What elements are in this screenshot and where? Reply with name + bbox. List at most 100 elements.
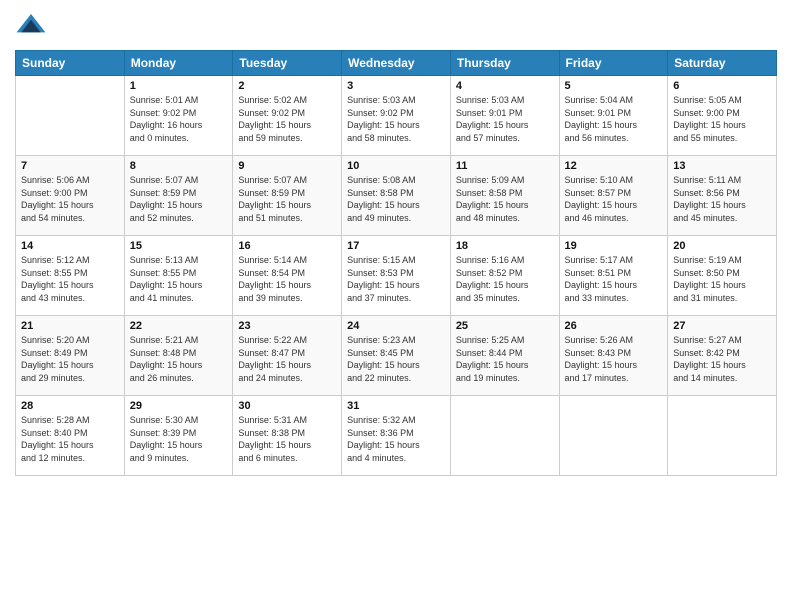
- calendar-page: SundayMondayTuesdayWednesdayThursdayFrid…: [0, 0, 792, 612]
- calendar-week-row: 14Sunrise: 5:12 AM Sunset: 8:55 PM Dayli…: [16, 236, 777, 316]
- day-info: Sunrise: 5:03 AM Sunset: 9:02 PM Dayligh…: [347, 94, 445, 144]
- calendar-header-row: SundayMondayTuesdayWednesdayThursdayFrid…: [16, 51, 777, 76]
- calendar-cell: 14Sunrise: 5:12 AM Sunset: 8:55 PM Dayli…: [16, 236, 125, 316]
- header-saturday: Saturday: [668, 51, 777, 76]
- day-info: Sunrise: 5:16 AM Sunset: 8:52 PM Dayligh…: [456, 254, 554, 304]
- calendar-cell: 26 Sunrise: 5:26 AM Sunset: 8:43 PM Dayli…: [559, 316, 668, 396]
- day-number: 28: [21, 400, 119, 412]
- day-info: Sunrise: 5:31 AM Sunset: 8:38 PM Dayligh…: [238, 414, 336, 464]
- day-info: Sunrise: 5:13 AM Sunset: 8:55 PM Dayligh…: [130, 254, 228, 304]
- header-sunday: Sunday: [16, 51, 125, 76]
- day-info: Sunrise: 5:01 AM Sunset: 9:02 PM Dayligh…: [130, 94, 228, 144]
- day-info: Sunrise: 5:12 AM Sunset: 8:55 PM Dayligh…: [21, 254, 119, 304]
- day-info: Sunrise: 5:19 AM Sunset: 8:50 PM Dayligh…: [673, 254, 771, 304]
- header-friday: Friday: [559, 51, 668, 76]
- day-info: Sunrise: 5:27 AM Sunset: 8:42 PM Dayligh…: [673, 334, 771, 384]
- day-number: 9: [238, 160, 336, 172]
- calendar-cell: 18 Sunrise: 5:16 AM Sunset: 8:52 PM Dayli…: [450, 236, 559, 316]
- day-info: Sunrise: 5:02 AM Sunset: 9:02 PM Dayligh…: [238, 94, 336, 144]
- day-number: 27: [673, 320, 771, 332]
- day-info: Sunrise: 5:07 AM Sunset: 8:59 PM Dayligh…: [238, 174, 336, 224]
- day-info: Sunrise: 5:26 AM Sunset: 8:43 PM Dayligh…: [565, 334, 663, 384]
- day-info: Sunrise: 5:11 AM Sunset: 8:56 PM Dayligh…: [673, 174, 771, 224]
- calendar-cell: 13 Sunrise: 5:11 AM Sunset: 8:56 PM Dayli…: [668, 156, 777, 236]
- calendar-cell: 22Sunrise: 5:21 AM Sunset: 8:48 PM Dayli…: [124, 316, 233, 396]
- day-number: 3: [347, 80, 445, 92]
- day-info: Sunrise: 5:30 AM Sunset: 8:39 PM Dayligh…: [130, 414, 228, 464]
- day-info: Sunrise: 5:32 AM Sunset: 8:36 PM Dayligh…: [347, 414, 445, 464]
- day-number: 10: [347, 160, 445, 172]
- calendar-cell: 19 Sunrise: 5:17 AM Sunset: 8:51 PM Dayli…: [559, 236, 668, 316]
- calendar-cell: 6 Sunrise: 5:05 AM Sunset: 9:00 PM Daylig…: [668, 76, 777, 156]
- day-info: Sunrise: 5:06 AM Sunset: 9:00 PM Dayligh…: [21, 174, 119, 224]
- header-monday: Monday: [124, 51, 233, 76]
- day-number: 17: [347, 240, 445, 252]
- calendar-week-row: 28Sunrise: 5:28 AM Sunset: 8:40 PM Dayli…: [16, 396, 777, 476]
- calendar-cell: 27 Sunrise: 5:27 AM Sunset: 8:42 PM Dayli…: [668, 316, 777, 396]
- day-number: 19: [565, 240, 663, 252]
- day-info: Sunrise: 5:05 AM Sunset: 9:00 PM Dayligh…: [673, 94, 771, 144]
- day-info: Sunrise: 5:21 AM Sunset: 8:48 PM Dayligh…: [130, 334, 228, 384]
- header-wednesday: Wednesday: [342, 51, 451, 76]
- calendar-cell: 25Sunrise: 5:25 AM Sunset: 8:44 PM Dayli…: [450, 316, 559, 396]
- day-info: Sunrise: 5:04 AM Sunset: 9:01 PM Dayligh…: [565, 94, 663, 144]
- day-number: 5: [565, 80, 663, 92]
- calendar-cell: 3 Sunrise: 5:03 AM Sunset: 9:02 PM Daylig…: [342, 76, 451, 156]
- day-info: Sunrise: 5:23 AM Sunset: 8:45 PM Dayligh…: [347, 334, 445, 384]
- calendar-cell: 4 Sunrise: 5:03 AM Sunset: 9:01 PM Daylig…: [450, 76, 559, 156]
- day-number: 29: [130, 400, 228, 412]
- day-info: Sunrise: 5:08 AM Sunset: 8:58 PM Dayligh…: [347, 174, 445, 224]
- calendar-week-row: 21 Sunrise: 5:20 AM Sunset: 8:49 PM Dayli…: [16, 316, 777, 396]
- day-number: 15: [130, 240, 228, 252]
- day-number: 23: [238, 320, 336, 332]
- calendar-cell: 7 Sunrise: 5:06 AM Sunset: 9:00 PM Daylig…: [16, 156, 125, 236]
- calendar-week-row: 1 Sunrise: 5:01 AM Sunset: 9:02 PM Daylig…: [16, 76, 777, 156]
- logo: [15, 10, 51, 42]
- calendar-table: SundayMondayTuesdayWednesdayThursdayFrid…: [15, 50, 777, 476]
- calendar-cell: 8 Sunrise: 5:07 AM Sunset: 8:59 PM Daylig…: [124, 156, 233, 236]
- day-info: Sunrise: 5:15 AM Sunset: 8:53 PM Dayligh…: [347, 254, 445, 304]
- calendar-cell: 9 Sunrise: 5:07 AM Sunset: 8:59 PM Daylig…: [233, 156, 342, 236]
- day-number: 6: [673, 80, 771, 92]
- header-thursday: Thursday: [450, 51, 559, 76]
- calendar-cell: 23 Sunrise: 5:22 AM Sunset: 8:47 PM Dayli…: [233, 316, 342, 396]
- calendar-cell: 29 Sunrise: 5:30 AM Sunset: 8:39 PM Dayli…: [124, 396, 233, 476]
- day-number: 11: [456, 160, 554, 172]
- calendar-cell: 11 Sunrise: 5:09 AM Sunset: 8:58 PM Dayli…: [450, 156, 559, 236]
- calendar-week-row: 7 Sunrise: 5:06 AM Sunset: 9:00 PM Daylig…: [16, 156, 777, 236]
- day-number: 4: [456, 80, 554, 92]
- day-number: 7: [21, 160, 119, 172]
- calendar-cell: 28Sunrise: 5:28 AM Sunset: 8:40 PM Dayli…: [16, 396, 125, 476]
- page-header: [15, 10, 777, 42]
- calendar-cell: 20 Sunrise: 5:19 AM Sunset: 8:50 PM Dayli…: [668, 236, 777, 316]
- day-number: 24: [347, 320, 445, 332]
- calendar-cell: 30Sunrise: 5:31 AM Sunset: 8:38 PM Dayli…: [233, 396, 342, 476]
- day-info: Sunrise: 5:22 AM Sunset: 8:47 PM Dayligh…: [238, 334, 336, 384]
- calendar-cell: 10 Sunrise: 5:08 AM Sunset: 8:58 PM Dayli…: [342, 156, 451, 236]
- day-number: 8: [130, 160, 228, 172]
- calendar-cell: 2Sunrise: 5:02 AM Sunset: 9:02 PM Daylig…: [233, 76, 342, 156]
- day-info: Sunrise: 5:17 AM Sunset: 8:51 PM Dayligh…: [565, 254, 663, 304]
- day-info: Sunrise: 5:20 AM Sunset: 8:49 PM Dayligh…: [21, 334, 119, 384]
- day-number: 20: [673, 240, 771, 252]
- calendar-cell: 15 Sunrise: 5:13 AM Sunset: 8:55 PM Dayli…: [124, 236, 233, 316]
- day-info: Sunrise: 5:07 AM Sunset: 8:59 PM Dayligh…: [130, 174, 228, 224]
- day-number: 1: [130, 80, 228, 92]
- day-info: Sunrise: 5:09 AM Sunset: 8:58 PM Dayligh…: [456, 174, 554, 224]
- day-number: 26: [565, 320, 663, 332]
- calendar-cell: [668, 396, 777, 476]
- calendar-cell: 16 Sunrise: 5:14 AM Sunset: 8:54 PM Dayli…: [233, 236, 342, 316]
- day-number: 25: [456, 320, 554, 332]
- day-number: 18: [456, 240, 554, 252]
- day-number: 12: [565, 160, 663, 172]
- calendar-cell: 17 Sunrise: 5:15 AM Sunset: 8:53 PM Dayli…: [342, 236, 451, 316]
- calendar-cell: 21 Sunrise: 5:20 AM Sunset: 8:49 PM Dayli…: [16, 316, 125, 396]
- calendar-cell: [450, 396, 559, 476]
- calendar-cell: 1 Sunrise: 5:01 AM Sunset: 9:02 PM Daylig…: [124, 76, 233, 156]
- day-number: 16: [238, 240, 336, 252]
- day-info: Sunrise: 5:14 AM Sunset: 8:54 PM Dayligh…: [238, 254, 336, 304]
- day-number: 13: [673, 160, 771, 172]
- day-info: Sunrise: 5:03 AM Sunset: 9:01 PM Dayligh…: [456, 94, 554, 144]
- calendar-cell: [559, 396, 668, 476]
- day-number: 21: [21, 320, 119, 332]
